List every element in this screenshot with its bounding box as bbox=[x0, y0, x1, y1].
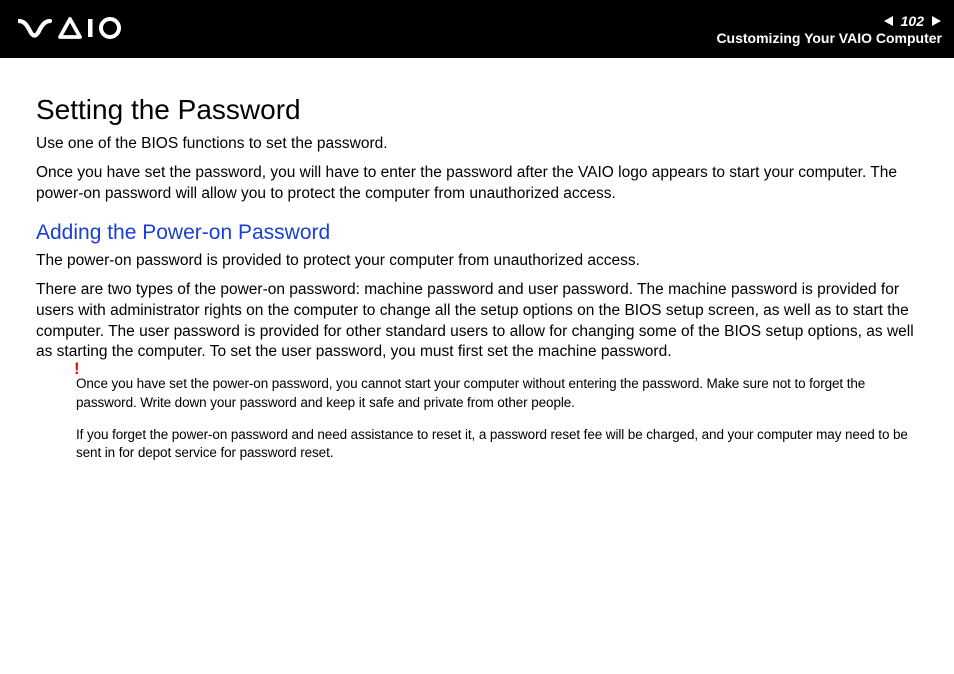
vaio-logo bbox=[18, 17, 128, 41]
page-header: 102 Customizing Your VAIO Computer bbox=[0, 0, 954, 58]
section-subtitle: Adding the Power-on Password bbox=[36, 221, 924, 245]
prev-page-icon[interactable] bbox=[883, 15, 895, 27]
page-nav: 102 bbox=[883, 13, 942, 29]
breadcrumb: Customizing Your VAIO Computer bbox=[716, 30, 942, 46]
body-text-1: The power-on password is provided to pro… bbox=[36, 251, 924, 272]
warning-icon: ! bbox=[74, 359, 80, 379]
note-text-2: If you forget the power-on password and … bbox=[76, 426, 914, 462]
page-content: Setting the Password Use one of the BIOS… bbox=[0, 58, 954, 462]
body-text-2: There are two types of the power-on pass… bbox=[36, 280, 924, 364]
next-page-icon[interactable] bbox=[930, 15, 942, 27]
intro-text-1: Use one of the BIOS functions to set the… bbox=[36, 134, 924, 155]
page-number: 102 bbox=[901, 13, 924, 29]
header-right: 102 Customizing Your VAIO Computer bbox=[716, 13, 942, 46]
warning-note: ! Once you have set the power-on passwor… bbox=[76, 375, 914, 462]
note-text-1: Once you have set the power-on password,… bbox=[76, 375, 914, 411]
intro-text-2: Once you have set the password, you will… bbox=[36, 163, 924, 205]
page-title: Setting the Password bbox=[36, 94, 924, 126]
